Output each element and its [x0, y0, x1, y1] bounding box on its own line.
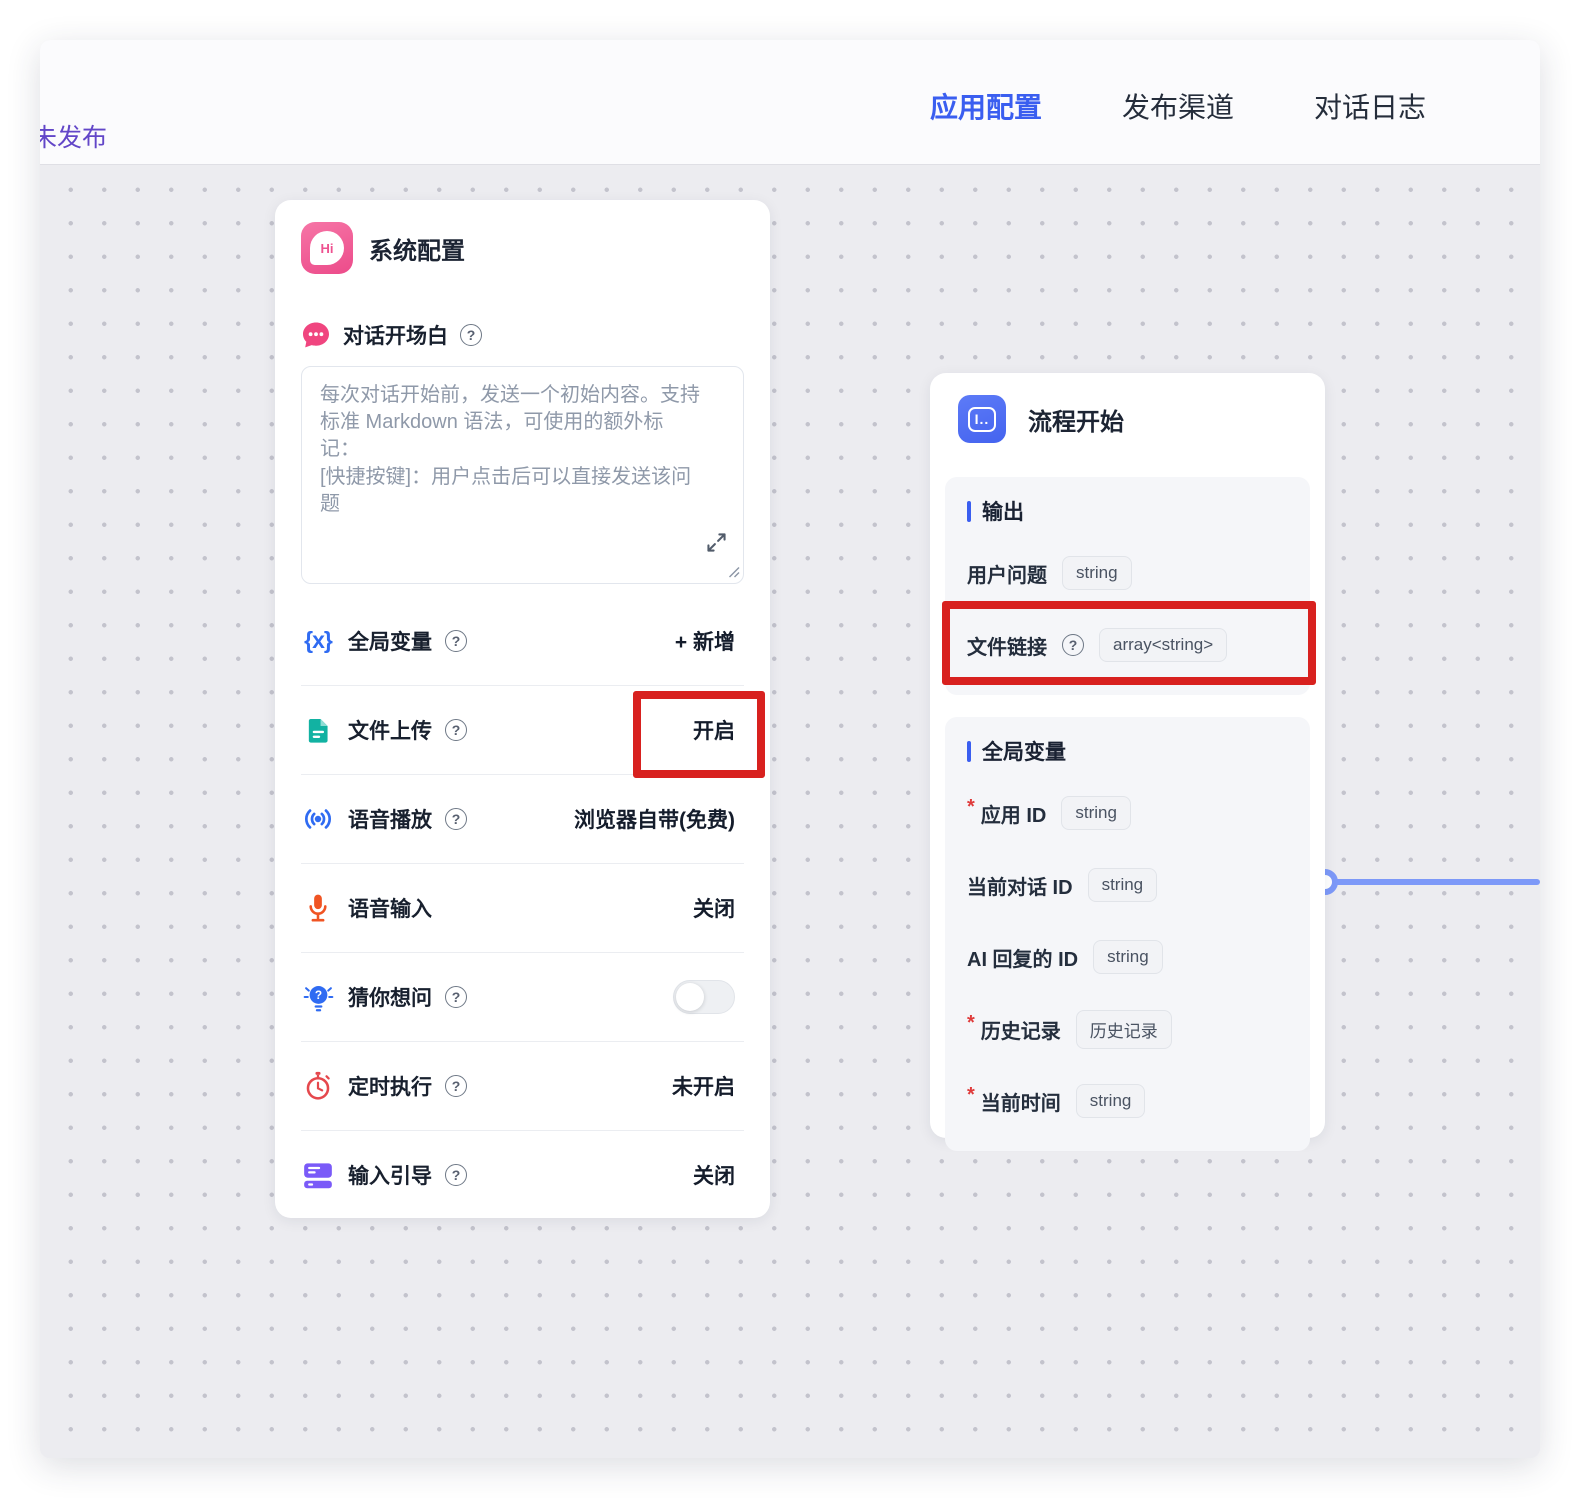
- output-row-file-links: 文件链接 array<string>: [967, 609, 1288, 681]
- var-row-ai-reply-id: AI 回复的 ID string: [967, 921, 1288, 993]
- row-label: 猜你想问: [348, 982, 432, 1012]
- publish-status-badge: 未发布: [40, 118, 107, 154]
- tab-publish-channels[interactable]: 发布渠道: [1122, 86, 1234, 126]
- voice-playback-state[interactable]: 浏览器自带(免费): [574, 804, 735, 834]
- hi-chat-app-icon: [301, 222, 353, 274]
- input-guide-icon: [301, 1162, 335, 1189]
- required-asterisk: [967, 1012, 975, 1035]
- var-label: 历史记录: [981, 1015, 1061, 1044]
- help-icon[interactable]: [445, 808, 467, 830]
- help-icon[interactable]: [1062, 634, 1084, 656]
- expand-icon[interactable]: [705, 531, 728, 554]
- var-label: 当前时间: [981, 1087, 1061, 1116]
- required-asterisk: [967, 1084, 975, 1107]
- microphone-icon: [301, 893, 335, 923]
- section-accent-bar: [967, 741, 971, 762]
- var-row-current-chat-id: 当前对话 ID string: [967, 849, 1288, 921]
- flow-start-node: 流程开始 输出 用户问题 string 文件链接 array<string> 全…: [930, 373, 1325, 1138]
- svg-text:?: ?: [314, 988, 321, 1002]
- file-upload-icon: [301, 716, 335, 745]
- hi-bubble-icon: [310, 231, 344, 265]
- output-row-user-question: 用户问题 string: [967, 537, 1288, 609]
- row-label: 定时执行: [348, 1071, 432, 1101]
- row-voice-input: 语音输入 关闭: [301, 863, 744, 952]
- toggle-knob: [676, 983, 704, 1011]
- row-label: 文件上传: [348, 715, 432, 745]
- resize-handle-icon[interactable]: [728, 566, 740, 578]
- tab-app-config[interactable]: 应用配置: [930, 86, 1042, 126]
- timer-icon: [301, 1071, 335, 1101]
- help-icon[interactable]: [445, 986, 467, 1008]
- opener-textarea[interactable]: [301, 366, 744, 584]
- type-badge: array<string>: [1099, 628, 1227, 662]
- topbar: 未发布 应用配置 发布渠道 对话日志: [40, 40, 1540, 165]
- var-label: 当前对话 ID: [967, 871, 1073, 900]
- file-upload-state[interactable]: 开启: [693, 715, 735, 745]
- system-config-card: 系统配置 对话开场白: [275, 200, 770, 1218]
- var-label: 应用 ID: [981, 799, 1047, 828]
- row-scheduled-execution: 定时执行 未开启: [301, 1041, 744, 1130]
- row-input-guide: 输入引导 关闭: [301, 1130, 744, 1219]
- type-badge: string: [1062, 556, 1132, 590]
- global-variables-header: 全局变量: [967, 737, 1288, 765]
- voice-input-state[interactable]: 关闭: [693, 893, 735, 923]
- global-variables-section: 全局变量 应用 ID string 当前对话 ID string AI 回复的 …: [945, 717, 1310, 1151]
- voice-broadcast-icon: [301, 805, 335, 833]
- system-config-header: 系统配置: [301, 222, 744, 274]
- output-section: 输出 用户问题 string 文件链接 array<string>: [945, 477, 1310, 695]
- lightbulb-question-icon: ?: [301, 981, 335, 1013]
- type-badge: string: [1076, 1084, 1146, 1118]
- type-badge: string: [1093, 940, 1163, 974]
- row-suggested-questions: ? 猜你想问: [301, 952, 744, 1041]
- row-file-upload: 文件上传 开启: [301, 685, 744, 774]
- var-row-app-id: 应用 ID string: [967, 777, 1288, 849]
- conversation-opener-row: 对话开场白: [301, 320, 744, 350]
- scheduled-execution-state[interactable]: 未开启: [672, 1071, 735, 1101]
- row-global-variables: 全局变量 + 新增: [301, 596, 744, 685]
- help-icon[interactable]: [445, 630, 467, 652]
- node-title: 流程开始: [1028, 402, 1124, 437]
- settings-rows: 全局变量 + 新增 文件上传 开启: [301, 596, 744, 1219]
- var-label: AI 回复的 ID: [967, 943, 1078, 972]
- section-title: 输出: [982, 496, 1024, 526]
- help-icon[interactable]: [445, 719, 467, 741]
- required-asterisk: [967, 796, 975, 819]
- row-label: 全局变量: [348, 626, 432, 656]
- help-icon[interactable]: [445, 1164, 467, 1186]
- opener-input-wrapper: [301, 366, 744, 584]
- var-row-current-time: 当前时间 string: [967, 1065, 1288, 1137]
- app-window: 未发布 应用配置 发布渠道 对话日志 系统配置 对话开场白: [40, 40, 1540, 1458]
- chat-bubble-icon: [301, 320, 331, 350]
- type-badge: string: [1061, 796, 1131, 830]
- opener-label: 对话开场白: [343, 320, 448, 350]
- type-badge: string: [1088, 868, 1158, 902]
- row-label: 语音输入: [348, 893, 432, 923]
- top-tabs: 应用配置 发布渠道 对话日志: [930, 86, 1426, 126]
- row-label: 输入引导: [348, 1160, 432, 1190]
- type-badge: 历史记录: [1076, 1010, 1172, 1049]
- var-row-history: 历史记录 历史记录: [967, 993, 1288, 1065]
- row-voice-playback: 语音播放 浏览器自带(免费): [301, 774, 744, 863]
- flow-start-header: 流程开始: [958, 395, 1310, 443]
- section-title: 全局变量: [982, 736, 1066, 766]
- tab-chat-logs[interactable]: 对话日志: [1314, 86, 1426, 126]
- input-guide-state[interactable]: 关闭: [693, 1160, 735, 1190]
- output-label: 用户问题: [967, 559, 1047, 588]
- card-title: 系统配置: [369, 231, 465, 266]
- help-icon[interactable]: [445, 1075, 467, 1097]
- output-label: 文件链接: [967, 631, 1047, 660]
- help-icon[interactable]: [460, 324, 482, 346]
- row-label: 语音播放: [348, 804, 432, 834]
- section-accent-bar: [967, 501, 971, 522]
- output-section-header: 输出: [967, 497, 1288, 525]
- braces-variable-icon: [301, 627, 335, 654]
- suggested-questions-toggle[interactable]: [673, 980, 735, 1014]
- connection-edge: [1333, 879, 1540, 885]
- flow-input-icon: [958, 395, 1006, 443]
- add-variable-button[interactable]: + 新增: [675, 626, 735, 656]
